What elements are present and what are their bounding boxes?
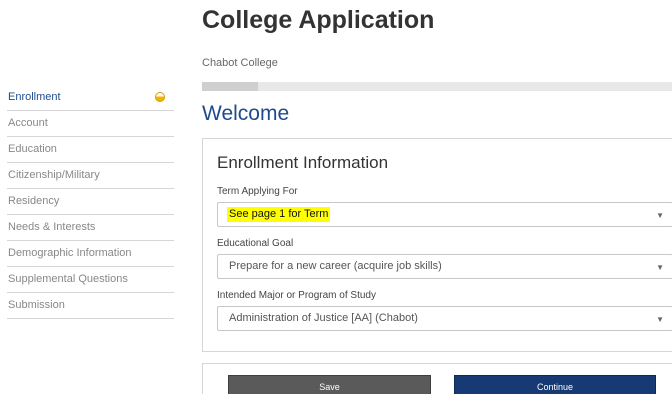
term-label: Term Applying For [217,186,298,197]
chevron-down-icon: ▼ [656,263,664,272]
sidebar-item-label: Supplemental Questions [8,273,128,285]
sidebar-item-label: Submission [8,299,65,311]
sidebar-item-label: Enrollment [8,91,61,103]
save-button[interactable]: Save [228,375,431,394]
sidebar-item-supplemental-questions[interactable]: Supplemental Questions [7,267,174,293]
sidebar-item-label: Residency [8,195,60,207]
sidebar-item-label: Account [8,117,48,129]
sidebar-nav: Enrollment Account Education Citizenship… [7,85,174,319]
chevron-down-icon: ▼ [656,211,664,220]
welcome-heading: Welcome [202,102,290,125]
sidebar-item-label: Education [8,143,57,155]
college-name: Chabot College [202,57,278,69]
sidebar-item-label: Citizenship/Military [8,169,100,181]
half-complete-circle-icon [155,92,165,102]
chevron-down-icon: ▼ [656,315,664,324]
major-value: Administration of Justice [AA] (Chabot) [229,312,418,324]
sidebar-item-demographic-information[interactable]: Demographic Information [7,241,174,267]
educational-goal-label: Educational Goal [217,238,294,249]
sidebar-item-label: Demographic Information [8,247,132,259]
sidebar-item-residency[interactable]: Residency [7,189,174,215]
enrollment-information-panel: Enrollment Information Term Applying For… [202,138,672,352]
section-title: Enrollment Information [217,153,389,172]
sidebar-item-submission[interactable]: Submission [7,293,174,319]
term-value: See page 1 for Term [227,207,331,222]
action-bar: Save Continue [202,363,672,394]
major-select[interactable]: Administration of Justice [AA] (Chabot) … [217,306,672,331]
term-select[interactable]: See page 1 for Term ▼ [217,202,672,227]
sidebar-item-citizenship-military[interactable]: Citizenship/Military [7,163,174,189]
progress-fill [202,82,259,91]
sidebar-item-account[interactable]: Account [7,111,174,137]
sidebar-item-enrollment[interactable]: Enrollment [7,85,174,111]
major-label: Intended Major or Program of Study [217,290,376,301]
sidebar-item-education[interactable]: Education [7,137,174,163]
page-title: College Application [202,6,435,34]
sidebar-item-needs-interests[interactable]: Needs & Interests [7,215,174,241]
educational-goal-select[interactable]: Prepare for a new career (acquire job sk… [217,254,672,279]
progress-bar [202,82,672,91]
educational-goal-value: Prepare for a new career (acquire job sk… [229,260,442,272]
sidebar-item-label: Needs & Interests [8,221,96,233]
continue-button[interactable]: Continue [454,375,656,394]
